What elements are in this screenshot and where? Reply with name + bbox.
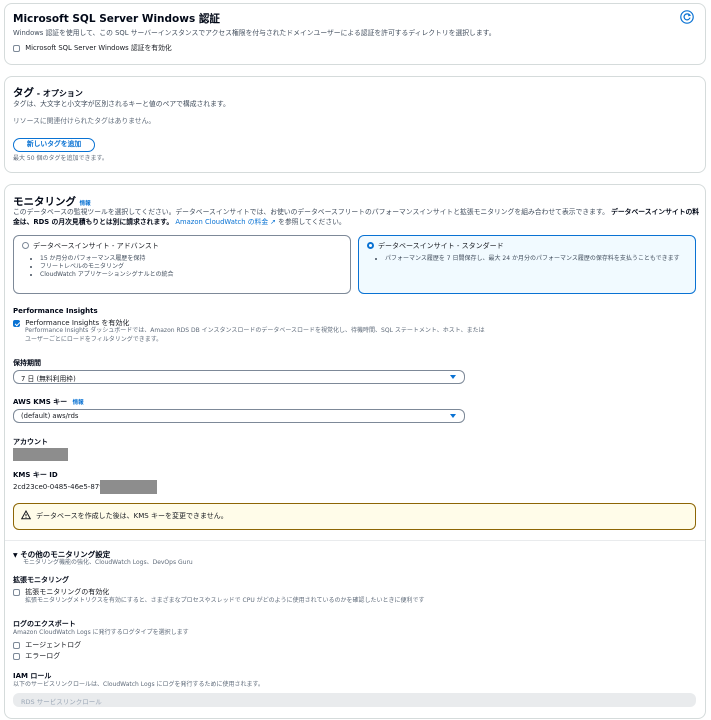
kms-label: AWS KMS キー 情報 xyxy=(13,397,84,407)
monitoring-title: モニタリング 情報 xyxy=(13,194,91,209)
option-standard-label: データベースインサイト - スタンダード xyxy=(378,242,504,250)
cloudwatch-pricing-link[interactable]: Amazon CloudWatch の料金 xyxy=(175,218,268,226)
log-error-row[interactable]: エラーログ xyxy=(13,651,60,661)
pi-checkbox[interactable] xyxy=(13,319,20,327)
external-link-icon: ↗ xyxy=(268,217,276,226)
monitoring-info-link[interactable]: 情報 xyxy=(80,201,91,207)
option-standard-tile[interactable]: データベースインサイト - スタンダード パフォーマンス履歴を 7 日間保存し、… xyxy=(358,235,696,294)
add-tag-button-label: 新しいタグを追加 xyxy=(26,140,82,148)
tags-title: タグ - オプション xyxy=(13,85,83,100)
windows-auth-title: Microsoft SQL Server Windows 認証 xyxy=(13,13,220,25)
retention-select[interactable]: 7 日 (無料利用枠) xyxy=(13,370,465,384)
log-error-checkbox[interactable] xyxy=(13,652,20,660)
tags-description: タグは、大文字と小文字が区別されるキーと値のペアで構成されます。 xyxy=(13,100,230,108)
monitoring-title-text: モニタリング xyxy=(13,196,76,208)
kms-info-link[interactable]: 情報 xyxy=(73,400,84,406)
windows-auth-panel: Microsoft SQL Server Windows 認証 Windows … xyxy=(4,3,706,65)
iam-role-desc: 以下のサービスリンクロールは、CloudWatch Logs にログを発行するた… xyxy=(13,681,264,688)
option-advanced-tile[interactable]: データベースインサイト - アドバンスト 15 か月分のパフォーマンス履歴を保持… xyxy=(13,235,351,294)
windows-auth-checkbox-row[interactable]: Microsoft SQL Server Windows 認証を有効化 xyxy=(13,44,172,54)
list-item: 15 か月分のパフォーマンス履歴を保持 xyxy=(40,255,174,263)
option-advanced-radio[interactable] xyxy=(22,242,29,249)
enhanced-monitoring-label: 拡張モニタリング xyxy=(13,576,69,584)
monitoring-desc-1: このデータベースの監視ツールを選択してください。データベースインサイトでは、お使… xyxy=(13,208,609,216)
list-item: フリートレベルのモニタリング xyxy=(40,263,174,271)
account-label: アカウント xyxy=(13,438,48,446)
kms-label-text: AWS KMS キー xyxy=(13,398,68,406)
enhanced-monitoring-desc: 拡張モニタリングメトリクスを有効にすると、さまざまなプロセスやスレッドで CPU… xyxy=(25,597,425,604)
kms-id-label: KMS キー ID xyxy=(13,471,58,479)
log-agent-checkbox[interactable] xyxy=(13,641,20,649)
list-item: CloudWatch アプリケーションシグナルとの統合 xyxy=(40,271,174,279)
option-advanced-label: データベースインサイト - アドバンスト xyxy=(33,242,159,250)
kms-select[interactable]: (default) aws/rds xyxy=(13,409,465,423)
caret-down-icon: ▼ xyxy=(13,552,18,559)
pi-heading: Performance Insights xyxy=(13,307,98,315)
kms-id-redacted xyxy=(100,480,157,494)
option-standard-radio[interactable] xyxy=(367,242,374,249)
enhanced-monitoring-checkbox-label: 拡張モニタリングの有効化 xyxy=(25,588,110,596)
account-redacted xyxy=(13,448,68,461)
enhanced-monitoring-row[interactable]: 拡張モニタリングの有効化 xyxy=(13,587,109,597)
tags-limit-text: 最大 50 個のタグを追加できます。 xyxy=(13,155,108,162)
pi-checkbox-label: Performance Insights を有効化 xyxy=(25,319,130,327)
chevron-down-icon xyxy=(450,414,456,418)
log-agent-row[interactable]: エージェントログ xyxy=(13,640,81,650)
windows-auth-checkbox-label: Microsoft SQL Server Windows 認証を有効化 xyxy=(25,44,172,52)
log-agent-label: エージェントログ xyxy=(25,641,82,649)
warning-icon xyxy=(20,509,32,522)
pi-description: Performance Insights ダッシュボードでは、Amazon RD… xyxy=(25,327,485,343)
kms-warning-text: データベースを作成した後は、KMS キーを変更できません。 xyxy=(36,512,228,520)
iam-role-placeholder: RDS サービスリンクロール xyxy=(21,698,102,706)
kms-value: (default) aws/rds xyxy=(21,412,79,420)
log-export-label: ログのエクスポート xyxy=(13,620,76,628)
windows-auth-checkbox[interactable] xyxy=(13,44,20,52)
option-advanced-bullets: 15 か月分のパフォーマンス履歴を保持 フリートレベルのモニタリング Cloud… xyxy=(14,255,174,279)
tags-title-text: タグ xyxy=(13,87,34,99)
kms-id-value: 2cd23ce0-0485-46e5-879 xyxy=(13,483,104,491)
monitoring-desc-2: を参照してください。 xyxy=(278,217,346,226)
windows-auth-description: Windows 認証を使用して、この SQL サーバーインスタンスでアクセス権限… xyxy=(13,29,496,37)
refresh-icon[interactable] xyxy=(680,10,694,24)
chevron-down-icon xyxy=(450,375,456,379)
iam-role-input: RDS サービスリンクロール xyxy=(13,693,696,707)
tags-empty-text: リソースに関連付けられたタグはありません。 xyxy=(13,117,156,125)
divider xyxy=(5,540,705,541)
iam-role-label: IAM ロール xyxy=(13,672,52,680)
retention-value: 7 日 (無料利用枠) xyxy=(21,375,76,383)
retention-label: 保持期間 xyxy=(13,359,41,367)
monitoring-description: このデータベースの監視ツールを選択してください。データベースインサイトでは、お使… xyxy=(13,208,701,227)
log-error-label: エラーログ xyxy=(25,652,61,660)
log-export-desc: Amazon CloudWatch Logs に発行するログタイプを選択します xyxy=(13,629,189,636)
tags-panel: タグ - オプション タグは、大文字と小文字が区別されるキーと値のペアで構成され… xyxy=(4,76,706,173)
kms-warning-alert: データベースを作成した後は、KMS キーを変更できません。 xyxy=(13,503,696,530)
other-monitoring-title: その他のモニタリング設定 xyxy=(20,550,111,559)
add-tag-button[interactable]: 新しいタグを追加 xyxy=(13,138,95,152)
enhanced-monitoring-checkbox[interactable] xyxy=(13,588,20,596)
other-monitoring-desc: モニタリング機能の強化、CloudWatch Logs、DevOps Guru xyxy=(23,559,193,566)
option-standard-bullets: パフォーマンス履歴を 7 日間保存し、最大 24 か月分のパフォーマンス履歴の保… xyxy=(359,255,695,263)
list-item: パフォーマンス履歴を 7 日間保存し、最大 24 か月分のパフォーマンス履歴の保… xyxy=(385,255,695,263)
tags-optional-label: - オプション xyxy=(34,89,83,98)
